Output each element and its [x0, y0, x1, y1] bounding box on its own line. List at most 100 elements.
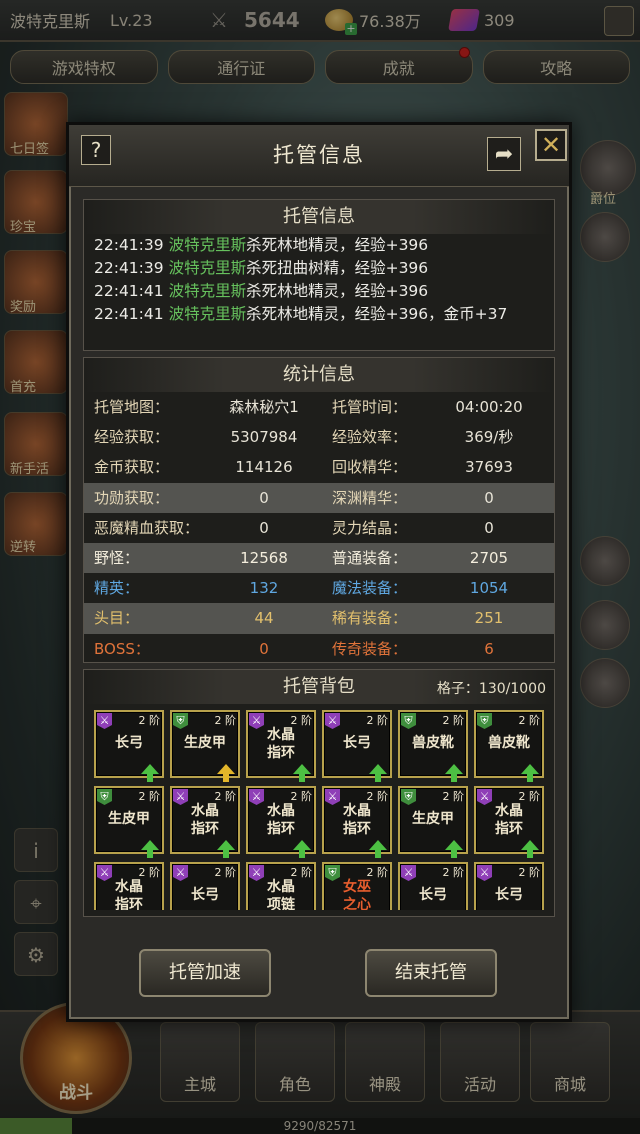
- end-hosting-button[interactable]: 结束托管: [365, 949, 497, 997]
- stat-label: 头目：: [94, 609, 140, 628]
- bag-item-slot[interactable]: ⚔ 2 阶长弓: [94, 710, 164, 782]
- item-tier: 2 阶: [138, 714, 161, 727]
- stat-row: 金币获取： 114126 回收精华： 37693: [84, 452, 554, 482]
- log-entry: 22:41:41 波特克里斯杀死林地精灵，经验+396，金币+37: [94, 303, 544, 326]
- bag-item-slot[interactable]: ⚔ 2 阶水晶 项链: [246, 862, 316, 910]
- upgrade-arrow-stem: [527, 774, 533, 782]
- log-time: 22:41:41: [94, 282, 164, 300]
- item-tier: 2 阶: [214, 714, 237, 727]
- upgrade-arrow-icon: [521, 840, 539, 850]
- close-button[interactable]: ✕: [535, 129, 567, 161]
- bag-capacity: 格子：130/1000: [436, 681, 546, 697]
- upgrade-arrow-icon: [141, 764, 159, 774]
- armor-class-icon: ⛨: [401, 713, 416, 729]
- stats-panel-title: 统计信息: [84, 358, 554, 392]
- bag-item-slot[interactable]: ⚔ 2 阶水晶 指环: [246, 710, 316, 782]
- stat-value: 0: [259, 518, 269, 537]
- stat-value: 369/秒: [464, 428, 514, 447]
- upgrade-arrow-stem: [223, 850, 229, 858]
- stat-value: 251: [474, 609, 504, 628]
- stat-label: 经验获取：: [94, 428, 170, 447]
- bag-item-slot[interactable]: ⚔ 2 阶水晶 指环: [94, 862, 164, 910]
- item-name: 生皮甲: [184, 735, 226, 751]
- upgrade-arrow-icon: [445, 764, 463, 774]
- bag-item-slot[interactable]: ⚔ 2 阶水晶 指环: [246, 786, 316, 858]
- log-time: 22:41:41: [94, 305, 164, 323]
- bag-item-slot[interactable]: ⚔ 2 阶长弓: [474, 862, 544, 910]
- bag-item-slot[interactable]: ⚔ 2 阶水晶 指环: [322, 786, 392, 858]
- stat-value: 37693: [465, 458, 513, 477]
- upgrade-arrow-stem: [299, 850, 305, 858]
- bag-item-slot[interactable]: ⚔ 2 阶长弓: [170, 862, 240, 910]
- upgrade-arrow-icon: [369, 764, 387, 774]
- statistics-table: 托管地图： 森林秘穴1 托管时间： 04:00:20 经验获取： 5307984 经验效率：…: [84, 392, 554, 664]
- item-name: 水晶 指环: [267, 727, 295, 761]
- upgrade-arrow-stem: [223, 774, 229, 782]
- stat-value: 132: [249, 579, 279, 598]
- item-name: 水晶 指环: [495, 803, 523, 837]
- item-name: 水晶 指环: [191, 803, 219, 837]
- upgrade-arrow-stem: [147, 850, 153, 858]
- log-text: 杀死林地精灵，经验+396，金币+37: [246, 305, 508, 323]
- stat-row: BOSS： 0 传奇装备： 6: [84, 634, 554, 664]
- hosting-log: 22:41:39 波特克里斯杀死林地精灵，经验+396 22:41:39 波特克里…: [84, 234, 554, 326]
- bag-item-slot[interactable]: ⛨ 2 阶生皮甲: [170, 710, 240, 782]
- dialog-header: ? 托管信息 ➦ ✕: [69, 125, 569, 187]
- bag-item-slot[interactable]: ⚔ 2 阶长弓: [322, 710, 392, 782]
- item-name: 水晶 指环: [343, 803, 371, 837]
- stat-value: 114126: [235, 458, 293, 477]
- log-panel-title: 托管信息: [84, 200, 554, 234]
- bag-item-grid[interactable]: ⚔ 2 阶长弓 ⛨ 2 阶生皮甲 ⚔ 2 阶水晶 指环 ⚔ 2 阶长弓 ⛨ 2 阶兽皮靴 ⛨ 2 阶兽…: [94, 710, 546, 910]
- bag-item-slot[interactable]: ⛨ 2 阶兽皮靴: [474, 710, 544, 782]
- bag-item-slot[interactable]: ⚔ 2 阶水晶 指环: [474, 786, 544, 858]
- upgrade-arrow-icon: [521, 764, 539, 774]
- upgrade-arrow-icon: [369, 840, 387, 850]
- upgrade-arrow-icon: [217, 840, 235, 850]
- item-name: 长弓: [191, 887, 219, 903]
- hosting-log-panel: 托管信息 22:41:39 波特克里斯杀死林地精灵，经验+396 22:41:39…: [83, 199, 555, 351]
- item-tier: 2 阶: [518, 866, 541, 879]
- weapon-class-icon: ⚔: [477, 865, 492, 881]
- stat-label: 稀有装备：: [332, 609, 408, 628]
- armor-class-icon: ⛨: [401, 789, 416, 805]
- item-name: 水晶 指环: [267, 803, 295, 837]
- item-name: 长弓: [419, 887, 447, 903]
- stat-value: 6: [484, 639, 494, 658]
- share-button[interactable]: ➦: [487, 137, 521, 171]
- log-player-name: 波特克里斯: [168, 282, 247, 300]
- stat-label: 传奇装备：: [332, 639, 408, 658]
- item-name: 兽皮靴: [412, 735, 454, 751]
- bag-item-slot[interactable]: ⛨ 2 阶女巫 之心: [322, 862, 392, 910]
- item-name: 生皮甲: [412, 811, 454, 827]
- stat-value: 5307984: [230, 428, 298, 447]
- bag-item-slot[interactable]: ⛨ 2 阶生皮甲: [398, 786, 468, 858]
- item-tier: 2 阶: [442, 714, 465, 727]
- stat-label: 野怪：: [94, 548, 140, 567]
- speedup-button[interactable]: 托管加速: [139, 949, 271, 997]
- stat-row: 恶魔精血获取： 0 灵力结晶： 0: [84, 513, 554, 543]
- item-name: 长弓: [343, 735, 371, 751]
- stat-label: BOSS：: [94, 639, 150, 658]
- item-name: 水晶 项链: [267, 879, 295, 910]
- stat-value: 森林秘穴1: [229, 398, 299, 416]
- upgrade-arrow-stem: [375, 850, 381, 858]
- bag-item-slot[interactable]: ⛨ 2 阶兽皮靴: [398, 710, 468, 782]
- item-name: 水晶 指环: [115, 879, 143, 910]
- bag-item-slot[interactable]: ⛨ 2 阶生皮甲: [94, 786, 164, 858]
- hosting-bag-panel: 托管背包 格子：130/1000 ⚔ 2 阶长弓 ⛨ 2 阶生皮甲 ⚔ 2 阶水晶 指环 ⚔…: [83, 669, 555, 917]
- upgrade-arrow-stem: [451, 774, 457, 782]
- upgrade-arrow-stem: [451, 850, 457, 858]
- bag-item-slot[interactable]: ⚔ 2 阶长弓: [398, 862, 468, 910]
- log-entry: 22:41:41 波特克里斯杀死林地精灵，经验+396: [94, 280, 544, 303]
- bag-item-slot[interactable]: ⚔ 2 阶水晶 指环: [170, 786, 240, 858]
- statistics-panel: 统计信息 托管地图： 森林秘穴1 托管时间： 04:00:20 经验获取： 5307984…: [83, 357, 555, 663]
- log-entry: 22:41:39 波特克里斯杀死扭曲树精，经验+396: [94, 257, 544, 280]
- upgrade-arrow-stem: [147, 774, 153, 782]
- item-tier: 2 阶: [138, 790, 161, 803]
- item-name: 生皮甲: [108, 811, 150, 827]
- stat-row: 功勋获取： 0 深渊精华： 0: [84, 482, 554, 513]
- stat-value: 1054: [469, 579, 509, 598]
- log-text: 杀死林地精灵，经验+396: [246, 236, 429, 254]
- stat-label: 灵力结晶：: [332, 518, 408, 537]
- stat-label: 恶魔精血获取：: [94, 518, 200, 537]
